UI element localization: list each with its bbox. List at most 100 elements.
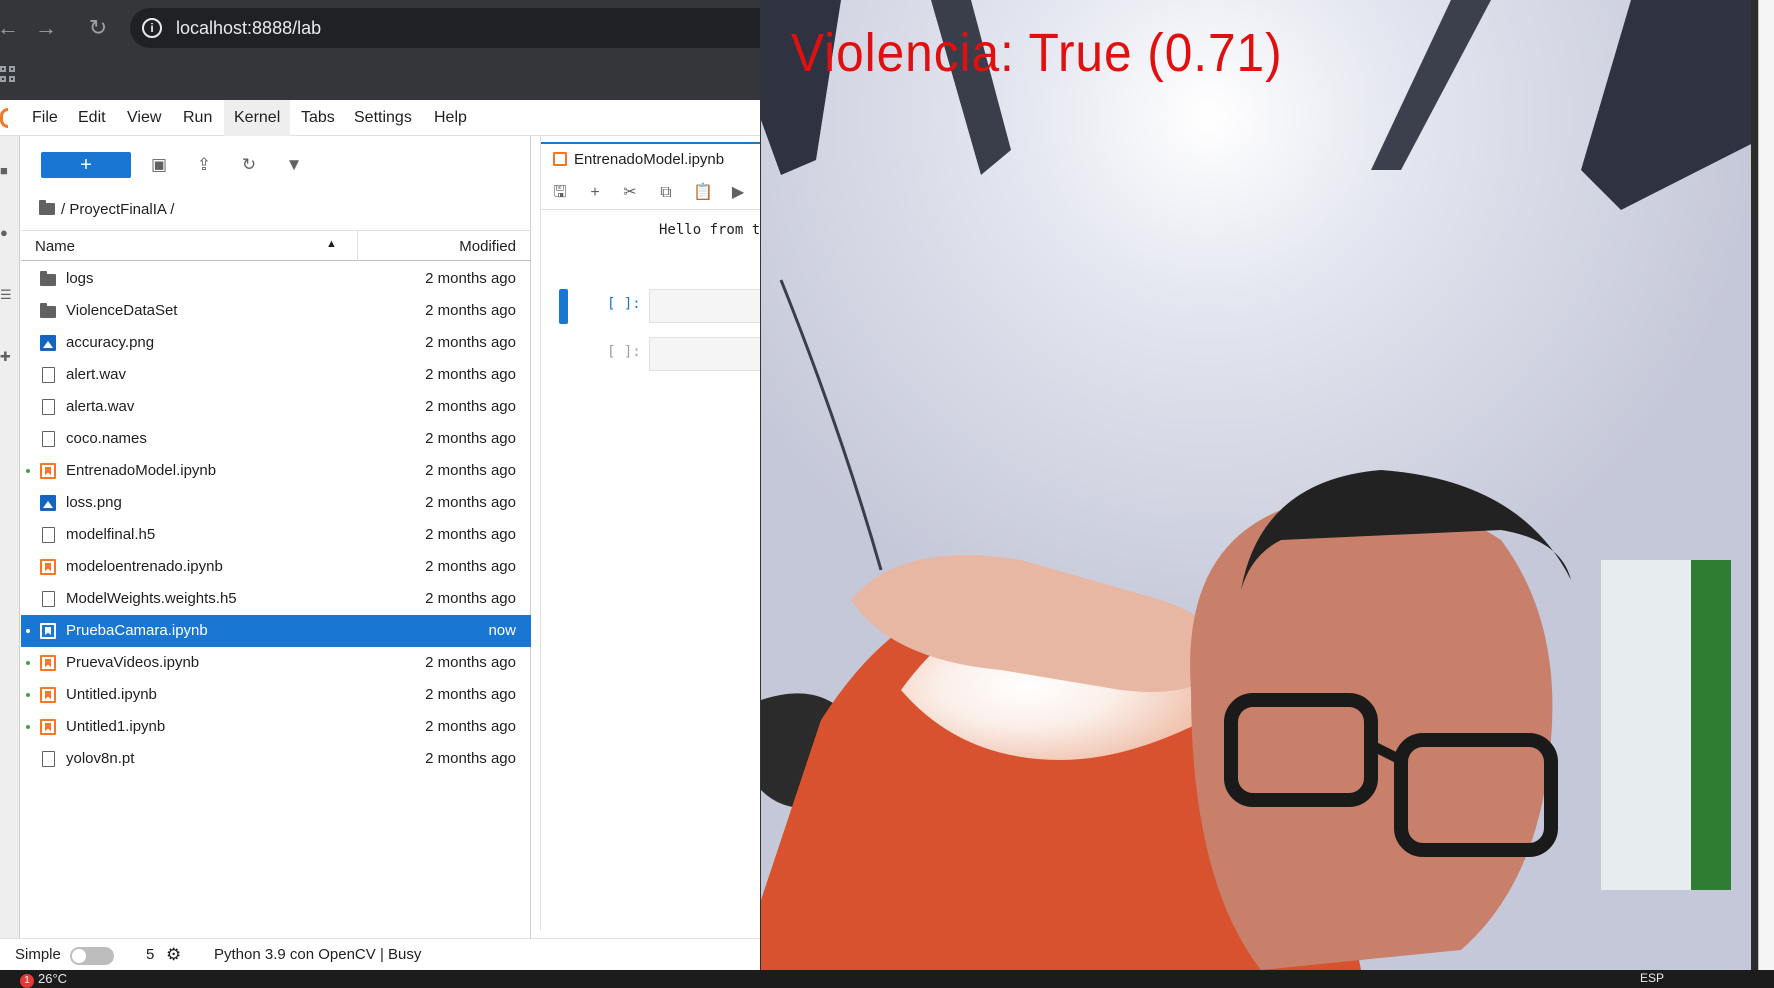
file-row[interactable]: coco.names 2 months ago xyxy=(21,423,531,455)
file-row[interactable]: modeloentrenado.ipynb 2 months ago xyxy=(21,551,531,583)
file-row[interactable]: Untitled1.ipynb 2 months ago xyxy=(21,711,531,743)
cut-icon[interactable]: ✂ xyxy=(621,184,639,202)
file-browser-toolbar: + ▣ ⇪ ↻ ▼ xyxy=(21,136,531,192)
file-row[interactable]: loss.png 2 months ago xyxy=(21,487,531,519)
file-row[interactable]: Untitled.ipynb 2 months ago xyxy=(21,679,531,711)
menu-settings[interactable]: Settings xyxy=(344,100,422,136)
file-icon xyxy=(42,399,55,415)
detection-overlay-text: Violencia: True (0.71) xyxy=(791,23,1283,83)
file-row[interactable]: PruevaVideos.ipynb 2 months ago xyxy=(21,647,531,679)
site-info-icon[interactable]: i xyxy=(142,18,162,38)
file-row[interactable]: yolov8n.pt 2 months ago xyxy=(21,743,531,775)
jupyterlab-window: File Edit View Run Kernel Tabs Settings … xyxy=(0,100,771,970)
simple-mode-label: Simple xyxy=(15,946,61,963)
filter-icon[interactable]: ▼ xyxy=(283,154,305,176)
file-row[interactable]: modelfinal.h5 2 months ago xyxy=(21,519,531,551)
file-row[interactable]: ViolenceDataSet 2 months ago xyxy=(21,295,531,327)
file-modified: 2 months ago xyxy=(425,654,516,671)
notebook-icon xyxy=(553,152,567,166)
file-row[interactable]: PruebaCamara.ipynb now xyxy=(21,615,531,647)
notebook-icon xyxy=(40,719,56,735)
taskbar: 1 26°C ESP xyxy=(0,970,1774,988)
file-icon xyxy=(42,527,55,543)
file-modified: 2 months ago xyxy=(425,270,516,287)
file-icon xyxy=(42,431,55,447)
language-indicator[interactable]: ESP xyxy=(1640,971,1664,985)
file-row[interactable]: ModelWeights.weights.h5 2 months ago xyxy=(21,583,531,615)
weather-widget[interactable]: 1 26°C xyxy=(20,971,67,988)
file-modified: 2 months ago xyxy=(425,558,516,575)
folder-tab-icon[interactable]: ■ xyxy=(0,164,12,178)
save-icon[interactable]: 🖫 xyxy=(551,184,569,202)
code-cell-input[interactable] xyxy=(649,289,771,323)
new-launcher-button[interactable]: + xyxy=(41,152,131,178)
jupyter-logo-icon xyxy=(0,108,8,128)
folder-icon xyxy=(39,200,55,215)
address-bar[interactable]: i localhost:8888/lab xyxy=(130,8,770,48)
terminal-count[interactable]: 5 xyxy=(146,939,154,971)
toc-tab-icon[interactable]: ☰ xyxy=(0,288,12,302)
file-name: modelfinal.h5 xyxy=(66,526,156,543)
left-sidebar-tabs: ■ ● ☰ ✚ xyxy=(0,136,20,938)
reload-icon[interactable]: ↻ xyxy=(84,14,112,42)
file-row[interactable]: accuracy.png 2 months ago xyxy=(21,327,531,359)
menu-view[interactable]: View xyxy=(117,100,171,136)
insert-cell-icon[interactable]: + xyxy=(586,184,604,202)
notification-badge: 1 xyxy=(20,974,34,988)
code-cell-input[interactable] xyxy=(649,337,771,371)
image-icon xyxy=(40,335,56,351)
file-name: PruebaCamara.ipynb xyxy=(66,622,208,639)
run-icon[interactable]: ▶ xyxy=(729,184,747,202)
file-row[interactable]: logs 2 months ago xyxy=(21,263,531,295)
file-name: ModelWeights.weights.h5 xyxy=(66,590,237,607)
column-divider[interactable] xyxy=(357,231,358,261)
upload-icon[interactable]: ⇪ xyxy=(193,154,215,176)
active-cell-indicator xyxy=(559,289,568,324)
refresh-icon[interactable]: ↻ xyxy=(238,154,260,176)
menu-edit[interactable]: Edit xyxy=(68,100,116,136)
file-row[interactable]: alerta.wav 2 months ago xyxy=(21,391,531,423)
file-list: logs 2 months ago ViolenceDataSet 2 months … xyxy=(21,263,531,775)
paste-icon[interactable]: 📋 xyxy=(693,184,713,202)
image-icon xyxy=(40,495,56,511)
notebook-icon xyxy=(40,623,56,639)
menu-help[interactable]: Help xyxy=(424,100,477,136)
browser-toolbar: ← → ↻ i localhost:8888/lab xyxy=(0,0,770,100)
folder-icon xyxy=(40,303,56,318)
running-tab-icon[interactable]: ● xyxy=(0,226,12,240)
forward-arrow-icon[interactable]: → xyxy=(32,14,60,42)
column-name[interactable]: Name xyxy=(35,238,75,255)
menu-file[interactable]: File xyxy=(22,100,68,136)
breadcrumb-path: / ProyectFinalIA / xyxy=(61,201,175,218)
menu-kernel[interactable]: Kernel xyxy=(224,100,291,136)
running-indicator-icon xyxy=(26,469,30,473)
file-name: Untitled.ipynb xyxy=(66,686,157,703)
file-modified: 2 months ago xyxy=(425,494,516,511)
tab-entrenadomodel[interactable]: EntrenadoModel.ipynb xyxy=(541,142,771,174)
copy-icon[interactable]: ⧉ xyxy=(657,184,675,202)
apps-grid-icon[interactable] xyxy=(0,66,16,82)
notebook-toolbar: 🖫 + ✂ ⧉ 📋 ▶ xyxy=(541,176,771,210)
file-icon xyxy=(42,591,55,607)
menu-run[interactable]: Run xyxy=(173,100,222,136)
kernel-activity-icon[interactable]: ⚙ xyxy=(166,939,181,971)
file-modified: 2 months ago xyxy=(425,430,516,447)
kernel-status[interactable]: Python 3.9 con OpenCV | Busy xyxy=(214,939,421,971)
file-modified: now xyxy=(488,622,516,639)
column-modified[interactable]: Modified xyxy=(459,238,516,255)
extension-tab-icon[interactable]: ✚ xyxy=(0,350,12,364)
menu-tabs[interactable]: Tabs xyxy=(291,100,345,136)
file-row[interactable]: EntrenadoModel.ipynb 2 months ago xyxy=(21,455,531,487)
new-folder-icon[interactable]: ▣ xyxy=(148,154,170,176)
back-arrow-icon[interactable]: ← xyxy=(0,14,22,42)
simple-mode-toggle[interactable] xyxy=(70,947,114,965)
file-row[interactable]: alert.wav 2 months ago xyxy=(21,359,531,391)
sort-ascending-icon: ▲ xyxy=(326,238,337,250)
running-indicator-icon xyxy=(26,629,30,633)
notebook-panel: EntrenadoModel.ipynb 🖫 + ✂ ⧉ 📋 ▶ Hello f… xyxy=(540,136,771,931)
status-bar: Simple 5 ⚙ Python 3.9 con OpenCV | Busy xyxy=(0,938,770,970)
menu-bar: File Edit View Run Kernel Tabs Settings … xyxy=(0,100,770,136)
breadcrumb[interactable]: / ProyectFinalIA / xyxy=(39,198,174,222)
file-name: alerta.wav xyxy=(66,398,135,415)
file-modified: 2 months ago xyxy=(425,302,516,319)
